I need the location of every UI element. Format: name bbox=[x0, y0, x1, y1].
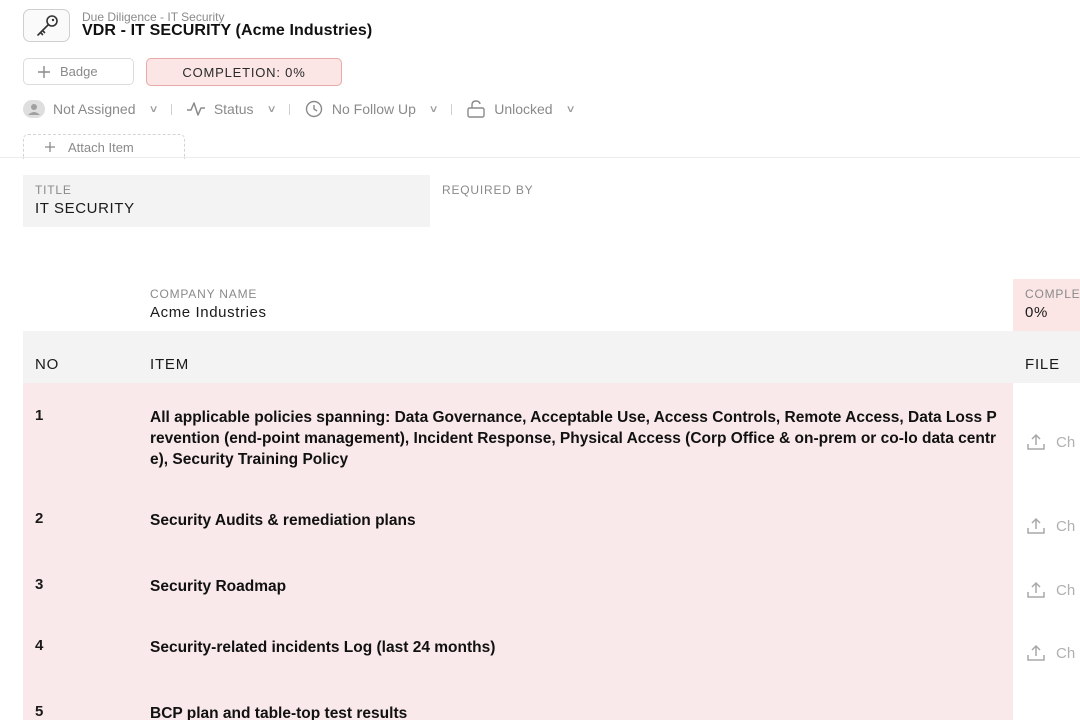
file-upload-label: Ch bbox=[1056, 644, 1076, 662]
table-body: 1 All applicable policies spanning: Data… bbox=[23, 383, 1013, 720]
column-header-item[interactable]: ITEM bbox=[150, 356, 189, 373]
upload-icon bbox=[1027, 644, 1045, 661]
upload-icon bbox=[1027, 517, 1045, 534]
upload-icon bbox=[1027, 581, 1045, 598]
unlock-icon bbox=[467, 100, 485, 118]
title-label: TITLE bbox=[35, 183, 72, 197]
row-number: 1 bbox=[35, 407, 44, 424]
assignee-label: Not Assigned bbox=[53, 101, 136, 117]
divider bbox=[170, 103, 172, 115]
chevron-down-icon: ∨ bbox=[565, 103, 576, 115]
file-upload-label: Ch bbox=[1056, 433, 1076, 451]
file-column: Ch Ch Ch Ch bbox=[1013, 383, 1080, 720]
row-number: 4 bbox=[35, 637, 44, 654]
completion-label: COMPLETION bbox=[1025, 287, 1080, 301]
row-number: 2 bbox=[35, 510, 44, 527]
key-icon[interactable] bbox=[23, 9, 70, 42]
plus-icon bbox=[45, 142, 55, 152]
file-upload-button[interactable]: Ch bbox=[1026, 581, 1075, 599]
add-badge-button[interactable]: Badge bbox=[23, 58, 134, 85]
follow-up-dropdown[interactable]: No Follow Up ∨ bbox=[304, 98, 439, 120]
attach-item-label: Attach Item bbox=[68, 139, 134, 155]
row-item: BCP plan and table-top test results bbox=[150, 705, 408, 720]
user-avatar-icon bbox=[23, 100, 45, 118]
page-header: Due Diligence - IT Security VDR - IT SEC… bbox=[0, 0, 1080, 159]
assignee-dropdown[interactable]: Not Assigned ∨ bbox=[23, 98, 159, 120]
lock-dropdown[interactable]: Unlocked ∨ bbox=[466, 98, 576, 120]
file-upload-label: Ch bbox=[1056, 581, 1076, 599]
badge-button-label: Badge bbox=[60, 64, 98, 79]
completion-badge[interactable]: COMPLETION: 0% bbox=[146, 58, 342, 86]
status-dropdown[interactable]: Status ∨ bbox=[186, 98, 277, 120]
chevron-down-icon: ∨ bbox=[428, 103, 439, 115]
upload-icon bbox=[1027, 433, 1045, 450]
row-item: Security-related incidents Log (last 24 … bbox=[150, 639, 496, 656]
properties-bar: Not Assigned ∨ Status ∨ No Follow Up ∨ U… bbox=[23, 98, 576, 120]
column-header-file[interactable]: FILE bbox=[1025, 356, 1060, 373]
table-header: NO ITEM FILE bbox=[23, 331, 1080, 383]
row-number: 5 bbox=[35, 703, 44, 720]
row-item: All applicable policies spanning: Data G… bbox=[150, 409, 997, 468]
chevron-down-icon: ∨ bbox=[148, 103, 159, 115]
row-item: Security Roadmap bbox=[150, 578, 287, 595]
lock-label: Unlocked bbox=[494, 101, 553, 117]
status-label: Status bbox=[213, 101, 254, 117]
page-title: VDR - IT SECURITY (Acme Industries) bbox=[82, 22, 373, 39]
company-name-value: Acme Industries bbox=[150, 304, 267, 321]
title-field[interactable]: TITLE IT SECURITY bbox=[23, 175, 430, 227]
clock-icon bbox=[305, 100, 323, 118]
title-value: IT SECURITY bbox=[35, 200, 135, 217]
activity-icon bbox=[186, 102, 205, 116]
file-upload-button[interactable]: Ch bbox=[1026, 644, 1075, 662]
chevron-down-icon: ∨ bbox=[266, 103, 277, 115]
file-upload-button[interactable]: Ch bbox=[1026, 517, 1075, 535]
required-by-label: REQUIRED BY bbox=[442, 183, 534, 197]
file-upload-label: Ch bbox=[1056, 517, 1076, 535]
column-header-no[interactable]: NO bbox=[35, 356, 59, 373]
attach-item-button[interactable]: Attach Item bbox=[23, 134, 185, 159]
divider bbox=[451, 103, 453, 115]
completion-field: COMPLETION 0% bbox=[1013, 279, 1080, 331]
completion-value: 0% bbox=[1025, 304, 1048, 321]
required-by-field[interactable]: REQUIRED BY bbox=[442, 183, 533, 197]
row-number: 3 bbox=[35, 576, 44, 593]
company-name-field: COMPANY NAME Acme Industries bbox=[150, 287, 267, 321]
file-upload-button[interactable]: Ch bbox=[1026, 433, 1075, 451]
plus-icon bbox=[38, 65, 50, 78]
follow-up-label: No Follow Up bbox=[331, 101, 416, 117]
row-item: Security Audits & remediation plans bbox=[150, 512, 416, 529]
divider bbox=[288, 103, 290, 115]
company-name-label: COMPANY NAME bbox=[150, 287, 258, 301]
